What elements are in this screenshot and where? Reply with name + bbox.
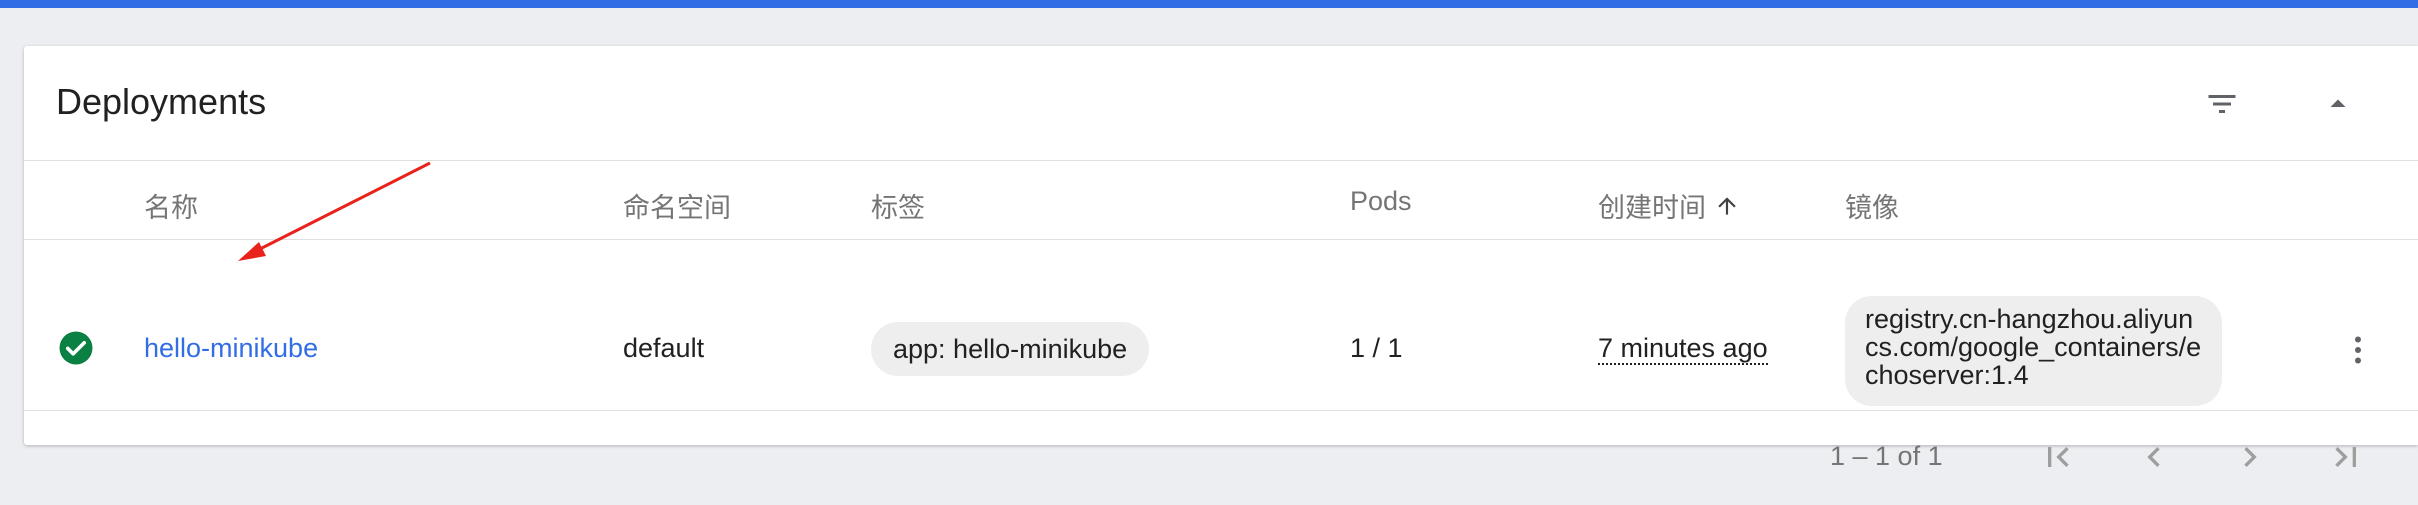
table-row: hello-minikube default app: hello-miniku…: [24, 240, 2418, 411]
image-chip: registry.cn-hangzhou.aliyuncs.com/google…: [1845, 296, 2222, 406]
card-header: Deployments: [24, 46, 2418, 161]
previous-page-button[interactable]: [2130, 433, 2178, 481]
column-header-namespace[interactable]: 命名空间: [623, 186, 731, 225]
namespace-value: default: [623, 333, 705, 363]
top-accent-bar: [0, 0, 2418, 8]
page-range-label: 1 – 1 of 1: [1830, 441, 1943, 471]
first-page-icon: [2048, 447, 2069, 467]
arrow-drop-up-icon: [2330, 99, 2346, 107]
arrow-upward-icon: [1718, 196, 1736, 215]
next-page-button[interactable]: [2226, 433, 2274, 481]
collapse-button[interactable]: [2314, 80, 2362, 128]
table-header-row: 名称 命名空间 标签 Pods 创建时间 镜像: [24, 161, 2418, 240]
last-page-button[interactable]: [2322, 433, 2370, 481]
first-page-button[interactable]: [2034, 433, 2082, 481]
chevron-right-icon: [2244, 447, 2257, 467]
last-page-icon: [2335, 447, 2356, 467]
column-header-name[interactable]: 名称: [144, 186, 198, 225]
chevron-left-icon: [2147, 447, 2160, 467]
column-header-images: 镜像: [1845, 193, 1899, 223]
deployments-card: Deployments 名称 命名空间 标签 Pods 创建时间 镜像 hell…: [24, 46, 2418, 471]
filter-button[interactable]: [2198, 80, 2246, 128]
column-header-created-label: 创建时间: [1598, 193, 1706, 223]
deployment-name-link[interactable]: hello-minikube: [144, 333, 318, 364]
card-title: Deployments: [56, 81, 267, 122]
check-circle-icon: [59, 331, 93, 365]
created-time[interactable]: 7 minutes ago: [1598, 333, 1768, 365]
column-header-labels: 标签: [871, 193, 925, 223]
more-vert-icon: [2355, 336, 2361, 364]
filter-list-icon: [2208, 95, 2236, 113]
row-actions-button[interactable]: [2338, 326, 2378, 374]
pods-value: 1 / 1: [1350, 333, 1403, 363]
column-header-created[interactable]: 创建时间: [1598, 186, 1740, 225]
label-chip: app: hello-minikube: [871, 322, 1150, 376]
column-header-pods: Pods: [1350, 186, 1412, 216]
paginator: 1 – 1 of 1: [24, 411, 2418, 497]
